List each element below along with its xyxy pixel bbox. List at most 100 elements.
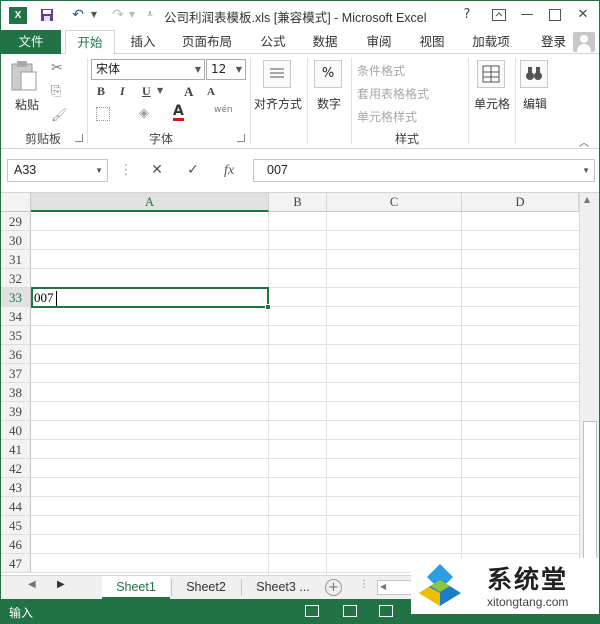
page-layout-view-icon[interactable] xyxy=(343,605,357,617)
number-button[interactable]: % 数字 xyxy=(311,58,347,124)
row-header-44[interactable]: 44 xyxy=(1,497,31,516)
italic-button[interactable]: I xyxy=(120,84,125,99)
redo-icon[interactable]: ↷ xyxy=(107,5,129,25)
font-color-button[interactable]: A xyxy=(173,104,184,121)
tab-review[interactable]: 审阅 xyxy=(355,30,403,55)
customize-toolbar-icon[interactable]: ⩡ xyxy=(144,5,156,25)
font-size-select[interactable]: 12 ▼ xyxy=(206,59,246,80)
row-gridline xyxy=(31,515,579,516)
grow-font-button[interactable]: A xyxy=(184,84,193,100)
name-box[interactable]: A33 ▼ xyxy=(7,159,108,182)
tab-file[interactable]: 文件 xyxy=(1,30,61,54)
tab-data[interactable]: 数据 xyxy=(301,30,349,55)
column-header-b[interactable]: B xyxy=(269,193,327,212)
chevron-down-icon: ▼ xyxy=(95,166,103,175)
row-header-30[interactable]: 30 xyxy=(1,231,31,250)
clipboard-launcher-icon[interactable] xyxy=(75,134,83,142)
row-header-35[interactable]: 35 xyxy=(1,326,31,345)
fill-handle[interactable] xyxy=(265,304,271,310)
next-sheet-icon[interactable]: ▶ xyxy=(57,579,65,590)
tab-add-ins[interactable]: 加载项 xyxy=(463,30,519,55)
row-header-43[interactable]: 43 xyxy=(1,478,31,497)
format-painter-icon[interactable]: 🖌 xyxy=(51,108,68,123)
avatar[interactable] xyxy=(573,32,595,52)
active-cell-a33[interactable] xyxy=(31,287,269,308)
login-link[interactable]: 登录 xyxy=(541,30,566,54)
tab-page-layout[interactable]: 页面布局 xyxy=(173,30,241,55)
underline-dropdown-icon[interactable]: ▼ xyxy=(157,86,163,95)
row-header-33[interactable]: 33 xyxy=(1,288,31,307)
paste-button[interactable]: 粘贴 xyxy=(9,60,45,118)
row-header-40[interactable]: 40 xyxy=(1,421,31,440)
row-header-32[interactable]: 32 xyxy=(1,269,31,288)
vertical-scrollbar[interactable]: ▲ xyxy=(579,193,599,575)
help-button[interactable]: ? xyxy=(453,4,481,26)
row-header-37[interactable]: 37 xyxy=(1,364,31,383)
row-header-29[interactable]: 29 xyxy=(1,212,31,231)
page-break-view-icon[interactable] xyxy=(379,605,393,617)
undo-icon[interactable]: ↶ xyxy=(67,5,89,25)
collapse-ribbon-icon[interactable]: ︿ xyxy=(579,134,589,149)
bold-button[interactable]: B xyxy=(97,84,105,99)
chevron-down-icon: ▼ xyxy=(194,65,201,74)
tab-home[interactable]: 开始 xyxy=(65,30,115,55)
cut-icon[interactable]: ✂ xyxy=(51,60,63,76)
row-header-41[interactable]: 41 xyxy=(1,440,31,459)
row-header-31[interactable]: 31 xyxy=(1,250,31,269)
vertical-scroll-thumb[interactable] xyxy=(583,421,597,571)
row-header-38[interactable]: 38 xyxy=(1,383,31,402)
column-header-a[interactable]: A xyxy=(31,193,269,212)
sheet-tab-sheet3[interactable]: Sheet3 ... xyxy=(245,576,321,599)
restore-button[interactable] xyxy=(541,4,569,26)
scroll-up-icon[interactable]: ▲ xyxy=(584,195,590,204)
undo-dropdown-icon[interactable]: ▼ xyxy=(89,5,99,25)
font-name-select[interactable]: 宋体 ▼ xyxy=(91,59,205,80)
shrink-font-button[interactable]: A xyxy=(207,86,215,98)
close-button[interactable]: ✕ xyxy=(569,4,597,26)
tab-scroll-icon[interactable]: ⋮ xyxy=(359,579,369,590)
worksheet-grid[interactable]: A B C D 29 30 31 32 33 34 35 36 37 38 39 40 41 42 43 44… xyxy=(1,193,599,575)
row-header-42[interactable]: 42 xyxy=(1,459,31,478)
tab-view[interactable]: 视图 xyxy=(408,30,456,55)
row-header-34[interactable]: 34 xyxy=(1,307,31,326)
redo-dropdown-icon[interactable]: ▼ xyxy=(127,5,137,25)
font-launcher-icon[interactable] xyxy=(237,134,245,142)
editing-button[interactable]: 编辑 xyxy=(517,58,553,124)
borders-icon[interactable] xyxy=(96,107,110,121)
cell-styles-button[interactable]: 单元格样式 xyxy=(357,108,417,125)
row-header-45[interactable]: 45 xyxy=(1,516,31,535)
underline-button[interactable]: U xyxy=(142,84,151,99)
row-header-36[interactable]: 36 xyxy=(1,345,31,364)
tab-insert[interactable]: 插入 xyxy=(119,30,167,55)
alignment-button[interactable]: 对齐方式 xyxy=(253,58,303,124)
tab-formulas[interactable]: 公式 xyxy=(249,30,297,55)
confirm-entry-button[interactable]: ✓ xyxy=(179,159,207,182)
excel-window: X ↶ ▼ ↷ ▼ ⩡ 公司利润表模板.xls [兼容模式] - Microso… xyxy=(0,0,600,624)
column-header-c[interactable]: C xyxy=(327,193,462,212)
save-icon[interactable] xyxy=(37,5,57,25)
phonetic-guide-icon[interactable]: wén xyxy=(214,105,233,115)
select-all-button[interactable] xyxy=(1,193,31,212)
scroll-left-icon[interactable]: ◀ xyxy=(380,582,386,591)
row-header-39[interactable]: 39 xyxy=(1,402,31,421)
formula-bar-resize-icon[interactable]: ⋮ xyxy=(119,159,133,182)
insert-function-button[interactable]: fx xyxy=(215,159,243,182)
sheet-tab-sheet1[interactable]: Sheet1 xyxy=(102,576,170,599)
prev-sheet-icon[interactable]: ◀ xyxy=(28,579,36,590)
normal-view-icon[interactable] xyxy=(305,605,319,617)
format-as-table-button[interactable]: 套用表格格式 xyxy=(357,85,429,102)
column-header-d[interactable]: D xyxy=(462,193,579,212)
add-sheet-button[interactable]: + xyxy=(325,579,342,596)
conditional-formatting-button[interactable]: 条件格式 xyxy=(357,62,405,79)
cancel-entry-button[interactable]: ✕ xyxy=(143,159,171,182)
row-header-47[interactable]: 47 xyxy=(1,554,31,573)
sheet-tab-sheet2[interactable]: Sheet2 xyxy=(173,576,239,599)
copy-icon[interactable]: ⎘ xyxy=(51,84,61,99)
formula-input[interactable]: 007 ▼ xyxy=(253,159,595,182)
ribbon-display-options-icon[interactable] xyxy=(485,4,513,26)
cells-button[interactable]: 单元格 xyxy=(471,58,513,124)
expand-formula-bar-icon: ▼ xyxy=(582,166,590,175)
fill-color-icon[interactable]: ◈ xyxy=(139,106,149,121)
row-header-46[interactable]: 46 xyxy=(1,535,31,554)
minimize-button[interactable]: — xyxy=(513,4,541,26)
